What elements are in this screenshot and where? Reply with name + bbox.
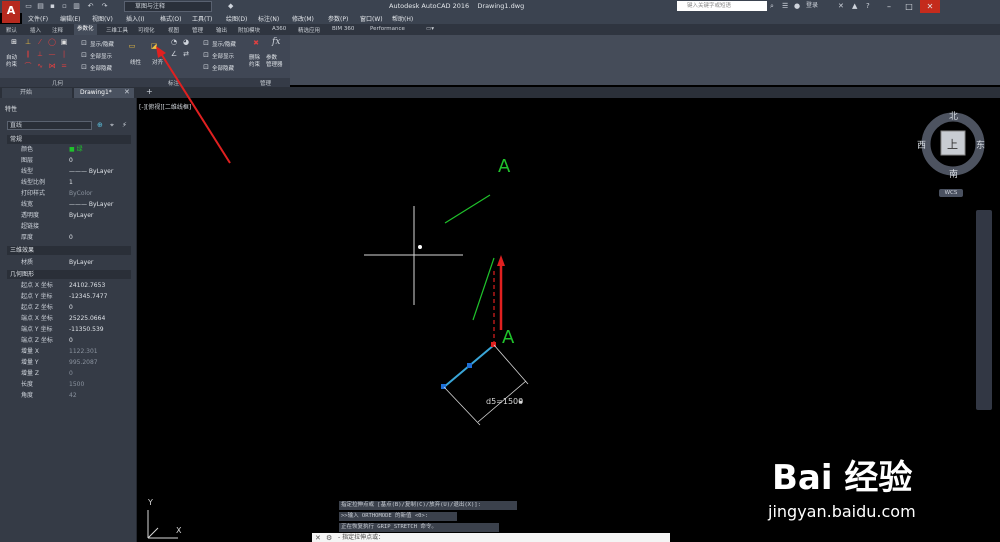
compass-east[interactable]: 东 bbox=[976, 138, 985, 151]
grip-mid bbox=[467, 363, 472, 368]
wcs-menu[interactable]: WCS bbox=[939, 189, 963, 197]
marker-a-bottom: A bbox=[502, 327, 515, 348]
command-history-line-3: 正在恢复执行 GRIP_STRETCH 命令。 bbox=[339, 523, 499, 532]
green-line-top bbox=[444, 194, 491, 224]
viewcube-top-label[interactable]: 上 bbox=[947, 136, 958, 152]
watermark: Bai 经验 jingyan.baidu.com bbox=[742, 445, 952, 525]
watermark-url: jingyan.baidu.com bbox=[768, 502, 916, 521]
command-prompt: - 指定拉伸点或： bbox=[338, 534, 385, 541]
watermark-brand: Bai 经验 bbox=[772, 458, 913, 498]
command-input[interactable]: - 指定拉伸点或： bbox=[312, 533, 670, 542]
compass-west[interactable]: 西 bbox=[917, 138, 926, 151]
command-history-line-2: >>输入 ORTHOMODE 的新值 <0>: bbox=[339, 512, 457, 521]
compass-north[interactable]: 北 bbox=[949, 109, 958, 122]
lock-icon: 🔒︎ bbox=[519, 397, 523, 405]
command-history-line-1: 指定拉伸点或 [基点(B)/复制(C)/放弃(U)/退出(X)]: bbox=[339, 501, 517, 510]
annotation-arrowhead bbox=[156, 46, 166, 58]
customize-command-icon[interactable]: ⚙ bbox=[326, 534, 332, 542]
dimension-ext-1 bbox=[443, 386, 481, 426]
annotation-arrow bbox=[159, 51, 231, 164]
red-arrow-head bbox=[497, 255, 505, 266]
dimension-text: d5=1500 bbox=[486, 397, 524, 406]
compass-south[interactable]: 南 bbox=[949, 167, 958, 180]
ucs-diagonal bbox=[147, 527, 159, 539]
navigation-bar[interactable] bbox=[976, 210, 992, 410]
dimension-ext-2 bbox=[493, 344, 529, 385]
crosshair-pickbox bbox=[418, 245, 422, 249]
ucs-y-label: Y bbox=[148, 498, 153, 507]
marker-a-top: A bbox=[498, 156, 511, 177]
green-line-middle bbox=[472, 257, 495, 321]
close-command-icon[interactable]: ✕ bbox=[315, 534, 321, 542]
ucs-x-label: X bbox=[176, 526, 182, 535]
